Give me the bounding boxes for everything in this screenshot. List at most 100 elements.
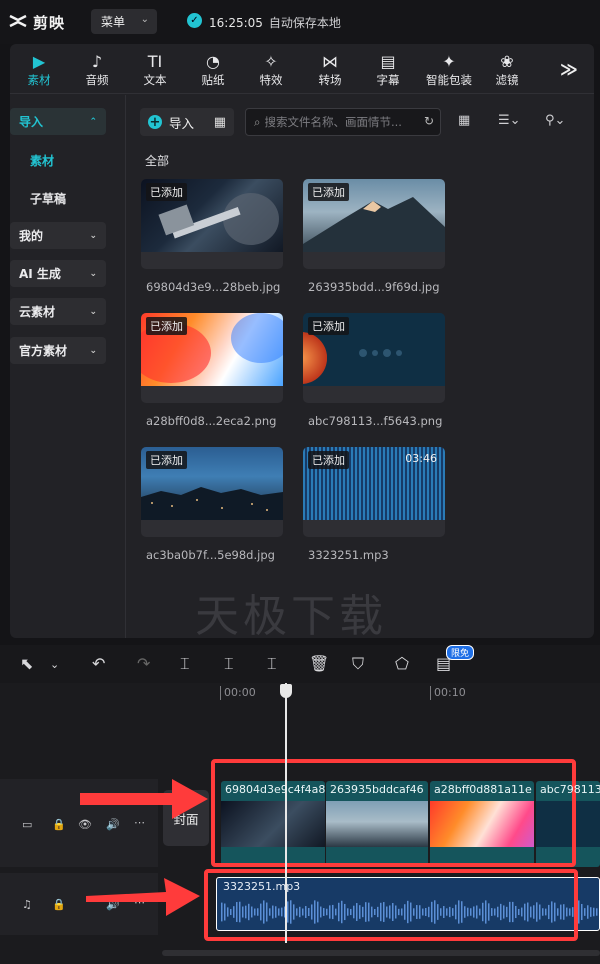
- media-card[interactable]: 已添加: [303, 313, 445, 403]
- menu-label: 菜单: [101, 15, 126, 29]
- sidebar-item-cloud[interactable]: 云素材 ⌄: [10, 298, 106, 325]
- sidebar-item-label: 我的: [19, 229, 44, 243]
- highlight-box-video: [211, 759, 576, 867]
- sidebar-item-label: 导入: [19, 115, 44, 129]
- free-badge: 限免: [446, 645, 475, 660]
- playhead[interactable]: [285, 683, 287, 943]
- media-file-name: 3323251.mp3: [308, 548, 389, 562]
- capcut-logo-icon: [9, 14, 27, 28]
- media-card[interactable]: 已添加: [303, 179, 445, 269]
- trim-right-icon[interactable]: ⌶: [267, 654, 277, 674]
- media-icon: ▶: [32, 51, 46, 71]
- clip-name: abc798113: [540, 783, 600, 796]
- clip-name: 69804d3e9c4f4a8: [225, 783, 325, 796]
- sidebar-item-sub-draft[interactable]: 子草稿: [30, 190, 66, 207]
- tab-label: 滤镜: [495, 73, 519, 87]
- plus-icon: +: [148, 114, 162, 130]
- tab-sticker[interactable]: ◔ 贴纸: [184, 50, 242, 92]
- ruler-tick: [220, 686, 221, 700]
- import-label: 导入: [169, 115, 195, 131]
- sidebar-item-ai-generate[interactable]: AI 生成 ⌄: [10, 260, 106, 287]
- media-card[interactable]: 已添加: [141, 179, 283, 269]
- chevron-down-icon: ⌄: [89, 268, 97, 279]
- select-cursor-icon[interactable]: ⬉: [20, 654, 33, 673]
- music-note-icon: ♫: [22, 898, 32, 911]
- tab-subtitle[interactable]: ▤ 字幕: [359, 50, 417, 92]
- filter-icon[interactable]: ⚲⌄: [545, 113, 565, 128]
- trim-left-icon[interactable]: ⌶: [224, 654, 234, 674]
- tab-text[interactable]: TI 文本: [126, 50, 184, 92]
- sidebar-item-mine[interactable]: 我的 ⌄: [10, 222, 106, 249]
- search-icon: ⌕: [254, 114, 261, 129]
- audio-icon: ♪: [91, 51, 103, 71]
- autosave-status: 16:25:05 自动保存本地: [209, 14, 341, 31]
- text-icon: TI: [147, 51, 163, 71]
- tab-label: 音频: [85, 73, 109, 87]
- chevron-down-icon: ⌄: [140, 14, 149, 25]
- tab-effects[interactable]: ✧ 特效: [242, 50, 300, 92]
- tab-audio[interactable]: ♪ 音频: [68, 50, 126, 92]
- save-status: 自动保存本地: [268, 16, 341, 30]
- tab-smart-pack[interactable]: ✦ 智能包装: [420, 50, 478, 92]
- shield-icon[interactable]: ⛉: [352, 654, 364, 674]
- split-icon[interactable]: ⌶: [180, 654, 190, 674]
- added-badge: 已添加: [146, 183, 187, 201]
- media-card[interactable]: 已添加: [141, 447, 283, 537]
- clip-name: a28bff0d881a11e: [434, 783, 532, 796]
- filter-icon: ❀: [500, 51, 514, 71]
- added-badge: 已添加: [146, 451, 187, 469]
- more-tools-icon[interactable]: ≫: [560, 60, 578, 80]
- tab-label: 贴纸: [201, 73, 225, 87]
- ruler-label: 00:10: [434, 686, 466, 699]
- tab-label: 字幕: [376, 73, 400, 87]
- timeline-toolbar: [0, 645, 600, 683]
- sidebar-item-official[interactable]: 官方素材 ⌄: [10, 337, 106, 364]
- delete-icon[interactable]: 🗑: [309, 654, 329, 673]
- red-arrow-icon: [86, 878, 200, 916]
- undo-icon[interactable]: ↶: [92, 654, 105, 673]
- added-badge: 已添加: [308, 183, 349, 201]
- red-arrow-icon: [80, 779, 208, 819]
- tab-label: 特效: [259, 73, 283, 87]
- lock-icon[interactable]: 🔒: [52, 898, 66, 911]
- tab-filter[interactable]: ❀ 滤镜: [478, 50, 536, 92]
- import-button[interactable]: + 导入 ▦: [140, 108, 234, 136]
- grid-view-icon[interactable]: ▦: [458, 113, 470, 128]
- chevron-down-icon[interactable]: ⌄: [50, 658, 59, 671]
- media-card[interactable]: 已添加: [141, 313, 283, 403]
- qr-code-icon[interactable]: ▦: [214, 115, 226, 130]
- search-placeholder: 搜索文件名称、画面情节...: [264, 115, 402, 129]
- check-icon: ✓: [187, 13, 202, 28]
- sort-icon[interactable]: ☰⌄: [498, 113, 521, 128]
- app-name: 剪映: [33, 14, 66, 32]
- media-file-name: 263935bdd...9f69d.jpg: [308, 280, 440, 294]
- tab-media[interactable]: ▶ 素材: [10, 50, 68, 92]
- menu-button[interactable]: 菜单 ⌄: [91, 9, 157, 34]
- media-card[interactable]: 已添加 03:46: [303, 447, 445, 537]
- tab-label: 智能包装: [426, 73, 472, 87]
- added-badge: 已添加: [308, 451, 349, 469]
- chevron-down-icon: ⌄: [89, 306, 97, 317]
- media-sidebar: [10, 95, 126, 638]
- search-input[interactable]: ⌕ 搜索文件名称、画面情节... ↻: [245, 108, 441, 136]
- video-track-icon: ▭: [22, 818, 33, 831]
- media-file-name: ac3ba0b7f...5e98d.jpg: [146, 548, 275, 562]
- redo-icon[interactable]: ↷: [137, 654, 150, 673]
- section-heading: 全部: [145, 154, 170, 168]
- sidebar-item-media[interactable]: 素材: [30, 152, 54, 169]
- refresh-icon[interactable]: ↻: [424, 114, 434, 128]
- marker-icon[interactable]: ⬠: [395, 654, 409, 673]
- sidebar-item-label: 云素材: [19, 305, 56, 319]
- media-file-name: a28bff0d8...2eca2.png: [146, 414, 277, 428]
- sidebar-item-import[interactable]: 导入 ⌃: [10, 108, 106, 135]
- lock-icon[interactable]: 🔒: [52, 818, 66, 831]
- timeline-scrollbar[interactable]: [162, 950, 600, 956]
- transition-icon: ⋈: [322, 51, 338, 71]
- added-badge: 已添加: [308, 317, 349, 335]
- tab-transition[interactable]: ⋈ 转场: [301, 50, 359, 92]
- ruler-label: 00:00: [224, 686, 256, 699]
- chevron-down-icon: ⌄: [89, 345, 97, 356]
- audio-duration: 03:46: [405, 452, 437, 465]
- playhead-handle[interactable]: [280, 684, 292, 698]
- tab-label: 素材: [27, 73, 51, 87]
